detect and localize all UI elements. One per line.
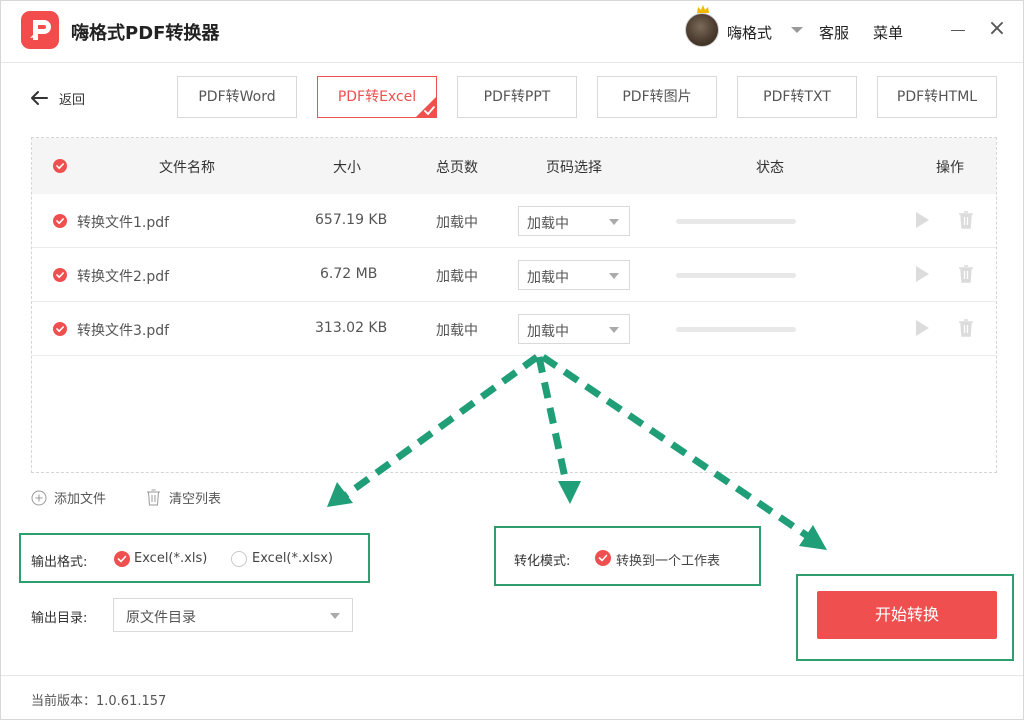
page-select-value: 加载中 [527,324,569,340]
output-dir-select[interactable]: 原文件目录 [113,598,353,632]
back-button[interactable]: 返回 [29,87,85,109]
radio-xls[interactable] [114,551,130,567]
tab-pdf-to-excel-label: PDF转Excel [337,89,417,105]
selected-check-icon [415,96,437,118]
file-size: 657.19 KB [315,212,388,228]
header-pages: 总页数 [436,160,478,176]
start-convert-button[interactable]: 开始转换 [817,591,997,639]
output-format-label: 输出格式: [31,555,88,570]
output-dir-value: 原文件目录 [126,610,196,626]
row-check-icon[interactable] [53,214,67,228]
minimize-icon[interactable] [947,17,971,41]
app-title: 嗨格式PDF转换器 [71,23,220,44]
version-text: 当前版本：1.0.61.157 [31,694,167,709]
page-select-value: 加载中 [527,216,569,232]
select-all-check-icon[interactable] [53,159,67,173]
page-select[interactable]: 加载中 [518,260,630,290]
file-pages: 加载中 [436,269,478,285]
play-icon[interactable] [914,211,930,229]
tab-pdf-to-html[interactable]: PDF转HTML [877,76,997,118]
page-select[interactable]: 加载中 [518,206,630,236]
menu-link[interactable]: 菜单 [873,22,903,43]
back-arrow-icon [31,91,48,105]
add-file-button[interactable]: 添加文件 [31,488,106,507]
tab-pdf-to-ppt[interactable]: PDF转PPT [457,76,577,118]
page-select[interactable]: 加载中 [518,314,630,344]
file-name: 转换文件2.pdf [77,269,170,285]
tab-pdf-to-txt[interactable]: PDF转TXT [737,76,857,118]
title-bar: 嗨格式PDF转换器 嗨格式 客服 菜单 × [1,1,1023,63]
username-label[interactable]: 嗨格式 [727,22,772,43]
tab-pdf-to-excel[interactable]: PDF转Excel [317,76,437,118]
radio-xls-label[interactable]: Excel(*.xls) [134,551,207,566]
avatar[interactable] [685,13,719,47]
row-check-icon[interactable] [53,322,67,336]
file-name: 转换文件3.pdf [77,323,170,339]
play-icon[interactable] [914,265,930,283]
header-actions: 操作 [936,160,964,176]
table-row: 转换文件3.pdf 313.02 KB 加载中 加载中 [32,302,996,356]
table-header: 文件名称 大小 总页数 页码选择 状态 操作 [32,138,996,194]
file-size: 313.02 KB [315,320,388,336]
trash-icon[interactable] [958,319,974,337]
page-select-value: 加载中 [527,270,569,286]
arrowhead-mode [558,481,581,504]
file-size: 6.72 MB [320,266,378,282]
progress-bar [676,273,796,278]
tab-pdf-to-image[interactable]: PDF转图片 [597,76,717,118]
chevron-down-icon [609,273,619,279]
trash-icon[interactable] [958,211,974,229]
progress-bar [676,327,796,332]
output-dir-label: 输出目录: [31,611,88,626]
add-file-label: 添加文件 [54,492,107,507]
chevron-down-icon [609,219,619,225]
radio-single-sheet[interactable] [595,550,611,566]
file-pages: 加载中 [436,323,478,339]
header-page-select: 页码选择 [546,160,602,176]
trash-icon[interactable] [958,265,974,283]
customer-service-link[interactable]: 客服 [819,22,849,43]
row-check-icon[interactable] [53,268,67,282]
file-table: 文件名称 大小 总页数 页码选择 状态 操作 转换文件1.pdf 657.19 … [31,137,997,473]
arrowhead-format [327,482,353,507]
radio-xlsx-label[interactable]: Excel(*.xlsx) [252,551,333,566]
footer: 当前版本：1.0.61.157 [1,675,1023,720]
clear-list-icon [147,489,160,506]
tab-pdf-to-word[interactable]: PDF转Word [177,76,297,118]
progress-bar [676,219,796,224]
close-icon[interactable]: × [985,17,1009,41]
radio-xlsx[interactable] [231,551,247,567]
table-row: 转换文件2.pdf 6.72 MB 加载中 加载中 [32,248,996,302]
file-pages: 加载中 [436,215,478,231]
app-window: 嗨格式PDF转换器 嗨格式 客服 菜单 × 返回 PDF转Word PDF转Ex… [0,0,1024,720]
header-file-name: 文件名称 [159,160,215,176]
chevron-down-icon [330,613,340,619]
file-name: 转换文件1.pdf [77,215,170,231]
add-circle-icon [31,490,47,505]
arrowhead-start [799,525,827,550]
back-label: 返回 [59,92,86,108]
conversion-mode-label: 转化模式: [514,554,571,569]
header-status: 状态 [756,160,784,176]
clear-list-label: 清空列表 [169,492,222,507]
chevron-down-icon[interactable] [791,27,803,33]
chevron-down-icon [609,327,619,333]
radio-single-sheet-label[interactable]: 转换到一个工作表 [616,550,720,569]
header-size: 大小 [333,160,361,176]
play-icon[interactable] [914,319,930,337]
app-logo-icon [21,11,59,49]
clear-list-button[interactable]: 清空列表 [146,488,221,507]
table-row: 转换文件1.pdf 657.19 KB 加载中 加载中 [32,194,996,248]
